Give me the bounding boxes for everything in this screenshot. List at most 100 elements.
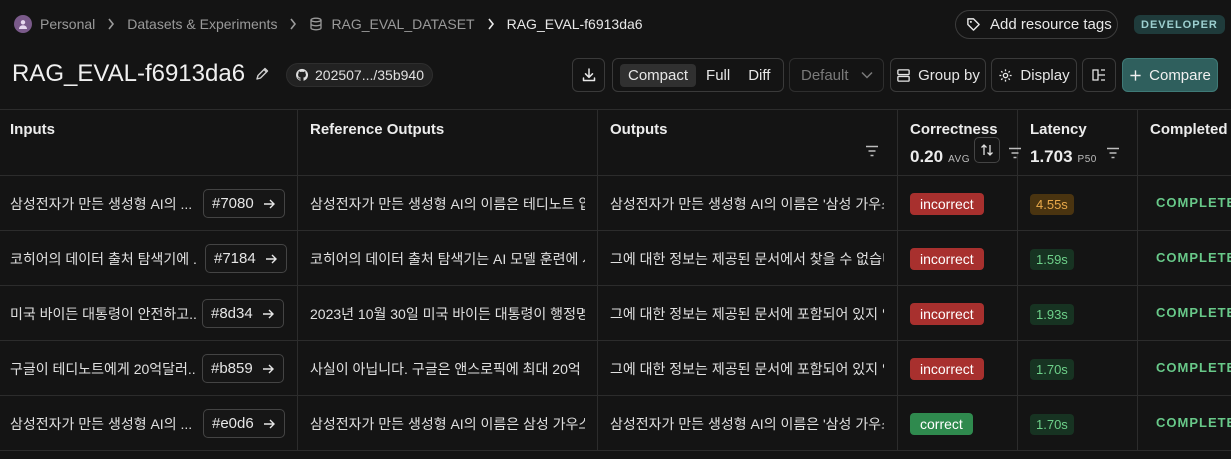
- download-icon: [582, 68, 595, 82]
- reference-cell[interactable]: 사실이 아닙니다. 구글은 앤스로픽에 최대 20억 달러: [298, 341, 598, 396]
- reference-cell[interactable]: 삼성전자가 만든 생성형 AI의 이름은 삼성 가우스 입: [298, 396, 598, 451]
- breadcrumb-workspace[interactable]: Personal: [14, 15, 95, 33]
- split-view-button[interactable]: [1082, 58, 1116, 92]
- breadcrumb-section[interactable]: Datasets & Experiments: [127, 16, 277, 32]
- status-badge: COMPLETED: [1156, 195, 1231, 210]
- arrow-right-icon: [265, 254, 277, 263]
- view-compact-button[interactable]: Compact: [620, 63, 697, 87]
- tag-icon: [967, 18, 980, 31]
- table-row[interactable]: 구글이 테디노트에게 20억달러... #b859 사실이 아닙니다. 구글은 앤스…: [0, 341, 1231, 396]
- example-ref-id: #7080: [212, 195, 254, 212]
- table-row[interactable]: 미국 바이든 대통령이 안전하고... #8d34 2023년 10월 30일 미국…: [0, 286, 1231, 341]
- output-cell[interactable]: 그에 대한 정보는 제공된 문서에 포함되어 있지 않습: [598, 286, 898, 341]
- chevron-right-icon: [107, 18, 115, 30]
- column-header-correctness-label: Correctness: [910, 121, 998, 138]
- correctness-cell[interactable]: correct: [898, 396, 1018, 451]
- reference-cell[interactable]: 코히어의 데이터 출처 탐색기는 AI 모델 훈련에 사용: [298, 231, 598, 286]
- output-cell[interactable]: 그에 대한 정보는 제공된 문서에 포함되어 있지 않습: [598, 341, 898, 396]
- input-text: 삼성전자가 만든 생성형 AI의 ...: [10, 196, 193, 212]
- latency-badge: 1.59s: [1030, 249, 1074, 270]
- filter-icon[interactable]: [865, 145, 879, 157]
- output-cell[interactable]: 그에 대한 정보는 제공된 문서에서 찾을 수 없습니다: [598, 231, 898, 286]
- add-resource-tags-button[interactable]: Add resource tags: [955, 10, 1118, 39]
- output-cell[interactable]: 삼성전자가 만든 생성형 AI의 이름은 '삼성 가우스': [598, 176, 898, 231]
- chevron-right-icon: [487, 18, 495, 30]
- compare-button[interactable]: Compare: [1122, 58, 1218, 92]
- breadcrumb-dataset[interactable]: RAG_EVAL_DATASET: [309, 16, 475, 32]
- reference-cell[interactable]: 2023년 10월 30일 미국 바이든 대통령이 행정명령: [298, 286, 598, 341]
- correctness-cell[interactable]: incorrect: [898, 176, 1018, 231]
- correctness-badge: incorrect: [910, 193, 984, 215]
- input-cell[interactable]: 삼성전자가 만든 생성형 AI의 ... #7080: [0, 176, 298, 231]
- latency-badge: 1.93s: [1030, 304, 1074, 325]
- example-ref-chip[interactable]: #7080: [203, 189, 285, 218]
- column-header-outputs[interactable]: Outputs: [598, 110, 898, 176]
- status-cell[interactable]: COMPLETED: [1138, 396, 1231, 451]
- latency-p50-unit: P50: [1077, 154, 1097, 165]
- latency-cell[interactable]: 1.59s: [1018, 231, 1138, 286]
- example-ref-chip[interactable]: #e0d6: [203, 409, 285, 438]
- status-cell[interactable]: COMPLETED: [1138, 176, 1231, 231]
- correctness-cell[interactable]: incorrect: [898, 341, 1018, 396]
- latency-cell[interactable]: 1.70s: [1018, 396, 1138, 451]
- view-full-button[interactable]: Full: [698, 64, 738, 87]
- compare-label: Compare: [1149, 66, 1211, 84]
- user-avatar-icon: [14, 15, 32, 33]
- latency-cell[interactable]: 4.55s: [1018, 176, 1138, 231]
- reference-text: 2023년 10월 30일 미국 바이든 대통령이 행정명령: [310, 306, 585, 322]
- column-header-reference-outputs[interactable]: Reference Outputs: [298, 110, 598, 176]
- column-header-inputs-label: Inputs: [10, 121, 55, 138]
- experiment-table: Inputs Reference Outputs Outputs Correct…: [0, 109, 1231, 459]
- sort-button[interactable]: [974, 137, 1000, 163]
- input-cell[interactable]: 미국 바이든 대통령이 안전하고... #8d34: [0, 286, 298, 341]
- column-header-latency[interactable]: Latency 1.703 P50: [1018, 110, 1138, 176]
- default-select[interactable]: Default: [789, 58, 884, 92]
- pencil-icon[interactable]: [254, 66, 270, 85]
- latency-badge: 1.70s: [1030, 359, 1074, 380]
- input-cell[interactable]: 삼성전자가 만든 생성형 AI의 ... #e0d6: [0, 396, 298, 451]
- arrow-right-icon: [262, 364, 274, 373]
- filter-icon[interactable]: [1106, 147, 1120, 159]
- latency-badge: 1.70s: [1030, 414, 1074, 435]
- latency-badge: 4.55s: [1030, 194, 1074, 215]
- column-header-latency-label: Latency: [1030, 121, 1087, 138]
- download-button[interactable]: [572, 58, 605, 92]
- status-cell[interactable]: COMPLETED: [1138, 286, 1231, 341]
- example-ref-chip[interactable]: #7184: [205, 244, 287, 273]
- column-header-inputs[interactable]: Inputs: [0, 110, 298, 176]
- view-diff-button[interactable]: Diff: [740, 64, 778, 87]
- example-ref-chip[interactable]: #8d34: [202, 299, 284, 328]
- breadcrumb-experiment: RAG_EVAL-f6913da6: [506, 16, 643, 32]
- chevron-down-icon: [861, 71, 873, 79]
- breadcrumb-workspace-label: Personal: [40, 16, 96, 32]
- correctness-cell[interactable]: incorrect: [898, 286, 1018, 341]
- reference-cell[interactable]: 삼성전자가 만든 생성형 AI의 이름은 테디노트 입니: [298, 176, 598, 231]
- table-row[interactable]: 코히어의 데이터 출처 탐색기에 ... #7184 코히어의 데이터 출처 탐색기…: [0, 231, 1231, 286]
- latency-stat: 1.703 P50: [1030, 147, 1097, 167]
- correctness-avg-unit: AVG: [948, 154, 970, 165]
- table-row[interactable]: 삼성전자가 만든 생성형 AI의 ... #7080 삼성전자가 만든 생성형 AI…: [0, 176, 1231, 231]
- example-ref-chip[interactable]: #b859: [202, 354, 284, 383]
- status-cell[interactable]: COMPLETED: [1138, 231, 1231, 286]
- status-badge: COMPLETED: [1156, 250, 1231, 265]
- arrow-right-icon: [263, 419, 275, 428]
- latency-cell[interactable]: 1.93s: [1018, 286, 1138, 341]
- correctness-cell[interactable]: incorrect: [898, 231, 1018, 286]
- column-header-completed[interactable]: Completed: [1138, 110, 1231, 176]
- plus-icon: [1130, 69, 1141, 81]
- column-header-correctness[interactable]: Correctness 0.20 AVG: [898, 110, 1021, 176]
- latency-p50-value: 1.703: [1030, 147, 1073, 166]
- correctness-badge: incorrect: [910, 303, 984, 325]
- commit-badge[interactable]: 202507.../35b940: [286, 63, 433, 87]
- add-resource-tags-label: Add resource tags: [990, 16, 1112, 33]
- input-cell[interactable]: 구글이 테디노트에게 20억달러... #b859: [0, 341, 298, 396]
- output-cell[interactable]: 삼성전자가 만든 생성형 AI의 이름은 '삼성 가우스': [598, 396, 898, 451]
- status-cell[interactable]: COMPLETED: [1138, 341, 1231, 396]
- input-cell[interactable]: 코히어의 데이터 출처 탐색기에 ... #7184: [0, 231, 298, 286]
- table-row[interactable]: 삼성전자가 만든 생성형 AI의 ... #e0d6 삼성전자가 만든 생성형 AI…: [0, 396, 1231, 451]
- output-text: 삼성전자가 만든 생성형 AI의 이름은 '삼성 가우스': [610, 416, 884, 432]
- group-by-button[interactable]: Group by: [890, 58, 986, 92]
- breadcrumb-dataset-label: RAG_EVAL_DATASET: [331, 16, 475, 32]
- latency-cell[interactable]: 1.70s: [1018, 341, 1138, 396]
- display-button[interactable]: Display: [991, 58, 1077, 92]
